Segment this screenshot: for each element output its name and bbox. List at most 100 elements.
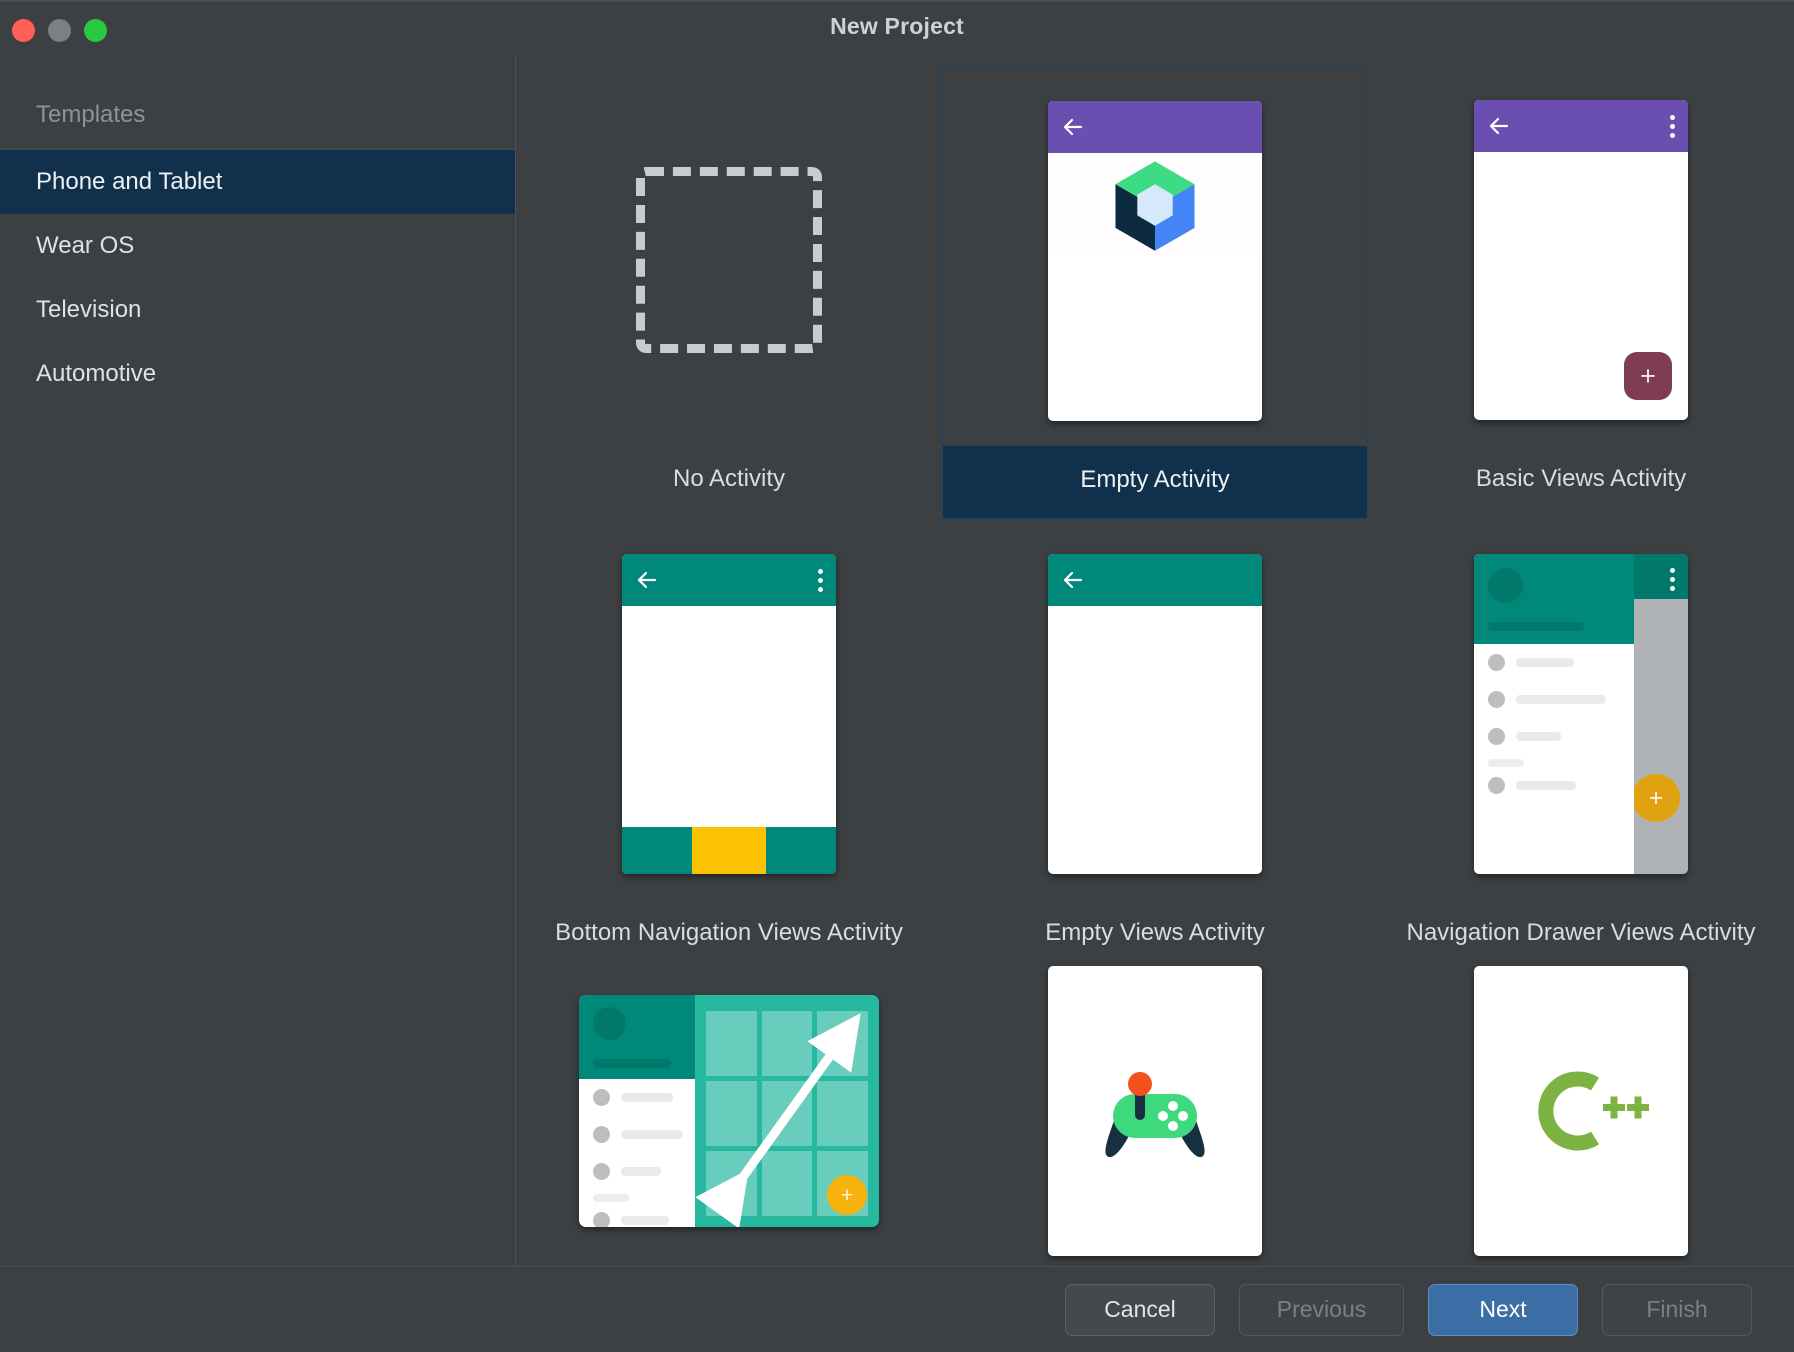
dashed-rectangle-icon bbox=[636, 167, 822, 353]
previous-button[interactable]: Previous bbox=[1239, 1284, 1404, 1336]
app-bar bbox=[1474, 100, 1688, 152]
compose-logo-container bbox=[1048, 153, 1262, 257]
drawer-header-bar bbox=[1488, 622, 1584, 631]
title-bar: New Project bbox=[0, 0, 1794, 57]
template-label bbox=[942, 1241, 1368, 1266]
template-grid-area: No Activity bbox=[516, 57, 1794, 1266]
navigation-drawer-panel bbox=[579, 995, 695, 1227]
bottom-nav-item bbox=[766, 827, 836, 874]
phone-preview: + bbox=[1474, 100, 1688, 420]
list-item-text bbox=[1516, 732, 1561, 741]
drawer-list-item bbox=[1474, 644, 1634, 681]
avatar bbox=[1488, 568, 1523, 603]
sidebar-item-phone-and-tablet[interactable]: Phone and Tablet bbox=[0, 150, 515, 214]
avatar bbox=[593, 1007, 626, 1040]
templates-sidebar: Templates Phone and Tablet Wear OS Telev… bbox=[0, 57, 516, 1266]
app-bar bbox=[1048, 554, 1262, 606]
thumbnail bbox=[942, 529, 1368, 899]
drawer-header bbox=[1474, 554, 1634, 644]
template-label: Empty Views Activity bbox=[942, 899, 1368, 971]
overflow-menu-icon bbox=[1670, 115, 1675, 138]
sidebar-item-label: Automotive bbox=[36, 360, 156, 388]
list-item-text bbox=[621, 1216, 669, 1225]
drawer-list-item bbox=[1474, 718, 1634, 755]
list-item-text bbox=[621, 1167, 661, 1176]
bottom-nav-item bbox=[622, 827, 692, 874]
app-bar bbox=[1048, 101, 1262, 153]
sidebar-item-television[interactable]: Television bbox=[0, 278, 515, 342]
floating-action-button: + bbox=[827, 1175, 867, 1215]
next-button[interactable]: Next bbox=[1428, 1284, 1578, 1336]
floating-action-button: + bbox=[1632, 774, 1680, 822]
list-item-text bbox=[1516, 695, 1606, 704]
drawer-header bbox=[579, 995, 695, 1079]
phone-preview bbox=[622, 554, 836, 874]
window-title: New Project bbox=[0, 13, 1794, 40]
tablet-preview: + bbox=[579, 995, 879, 1227]
cancel-button[interactable]: Cancel bbox=[1065, 1284, 1215, 1336]
template-card-bottom-navigation-views-activity[interactable]: Bottom Navigation Views Activity bbox=[516, 519, 942, 971]
sidebar-item-automotive[interactable]: Automotive bbox=[0, 342, 515, 406]
cpp-logo-icon bbox=[1511, 1056, 1651, 1166]
template-label: Empty Activity bbox=[943, 446, 1367, 518]
back-arrow-icon bbox=[1061, 115, 1085, 139]
template-grid: No Activity bbox=[516, 57, 1794, 1266]
template-label: Basic Views Activity bbox=[1368, 445, 1794, 517]
list-item-icon bbox=[1488, 728, 1505, 745]
overflow-menu-icon bbox=[1670, 568, 1675, 591]
template-card-responsive-views-activity[interactable]: + bbox=[516, 971, 942, 1266]
template-card-game-activity[interactable] bbox=[942, 971, 1368, 1266]
template-label bbox=[1368, 1241, 1794, 1266]
drawer-list-item bbox=[1474, 767, 1634, 804]
overflow-menu-icon bbox=[818, 569, 823, 592]
thumbnail: + bbox=[1368, 75, 1794, 445]
app-bar bbox=[622, 554, 836, 606]
template-label: No Activity bbox=[516, 445, 942, 517]
list-item-icon bbox=[593, 1212, 610, 1227]
floating-action-button: + bbox=[1624, 352, 1672, 400]
drawer-header-bar bbox=[593, 1059, 671, 1068]
thumbnail bbox=[516, 75, 942, 445]
drawer-list-item bbox=[579, 1079, 695, 1116]
sidebar-item-label: Television bbox=[36, 296, 141, 324]
template-card-native-cpp[interactable] bbox=[1368, 971, 1794, 1266]
overflow-menu-background bbox=[1634, 554, 1688, 599]
phone-preview: + bbox=[1474, 554, 1688, 874]
template-card-basic-views-activity[interactable]: + Basic Views Activity bbox=[1368, 65, 1794, 519]
phone-preview bbox=[1474, 966, 1688, 1256]
template-card-navigation-drawer-views-activity[interactable]: + bbox=[1368, 519, 1794, 971]
drawer-section-header bbox=[1488, 759, 1524, 767]
list-item-icon bbox=[593, 1163, 610, 1180]
drawer-list-item bbox=[579, 1153, 695, 1190]
sidebar-item-wear-os[interactable]: Wear OS bbox=[0, 214, 515, 278]
back-arrow-icon bbox=[1487, 114, 1511, 138]
thumbnail bbox=[943, 76, 1367, 446]
list-item-icon bbox=[593, 1126, 610, 1143]
phone-preview bbox=[1048, 101, 1262, 421]
thumbnail bbox=[516, 529, 942, 899]
navigation-drawer-panel bbox=[1474, 554, 1634, 874]
template-card-empty-activity[interactable]: Empty Activity bbox=[942, 65, 1368, 519]
list-item-text bbox=[621, 1093, 673, 1102]
jetpack-compose-logo bbox=[1103, 153, 1207, 257]
dialog-footer: Cancel Previous Next Finish bbox=[0, 1266, 1794, 1352]
finish-button[interactable]: Finish bbox=[1602, 1284, 1752, 1336]
template-card-empty-views-activity[interactable]: Empty Views Activity bbox=[942, 519, 1368, 971]
template-label bbox=[516, 1241, 942, 1266]
sidebar-item-label: Phone and Tablet bbox=[36, 168, 222, 196]
sidebar-header: Templates bbox=[0, 81, 515, 150]
sidebar-item-label: Wear OS bbox=[36, 232, 134, 260]
drawer-list-item bbox=[579, 1116, 695, 1153]
bottom-navigation-bar bbox=[622, 827, 836, 874]
list-item-text bbox=[1516, 781, 1576, 790]
template-card-no-activity[interactable]: No Activity bbox=[516, 65, 942, 519]
list-item-icon bbox=[1488, 654, 1505, 671]
dialog-body: Templates Phone and Tablet Wear OS Telev… bbox=[0, 57, 1794, 1266]
template-label: Bottom Navigation Views Activity bbox=[516, 899, 942, 971]
thumbnail: + bbox=[516, 981, 942, 1241]
drawer-section-header bbox=[593, 1194, 629, 1202]
drawer-list-item bbox=[1474, 681, 1634, 718]
phone-preview bbox=[1048, 966, 1262, 1256]
drawer-list-item bbox=[579, 1202, 695, 1227]
list-item-text bbox=[1516, 658, 1574, 667]
